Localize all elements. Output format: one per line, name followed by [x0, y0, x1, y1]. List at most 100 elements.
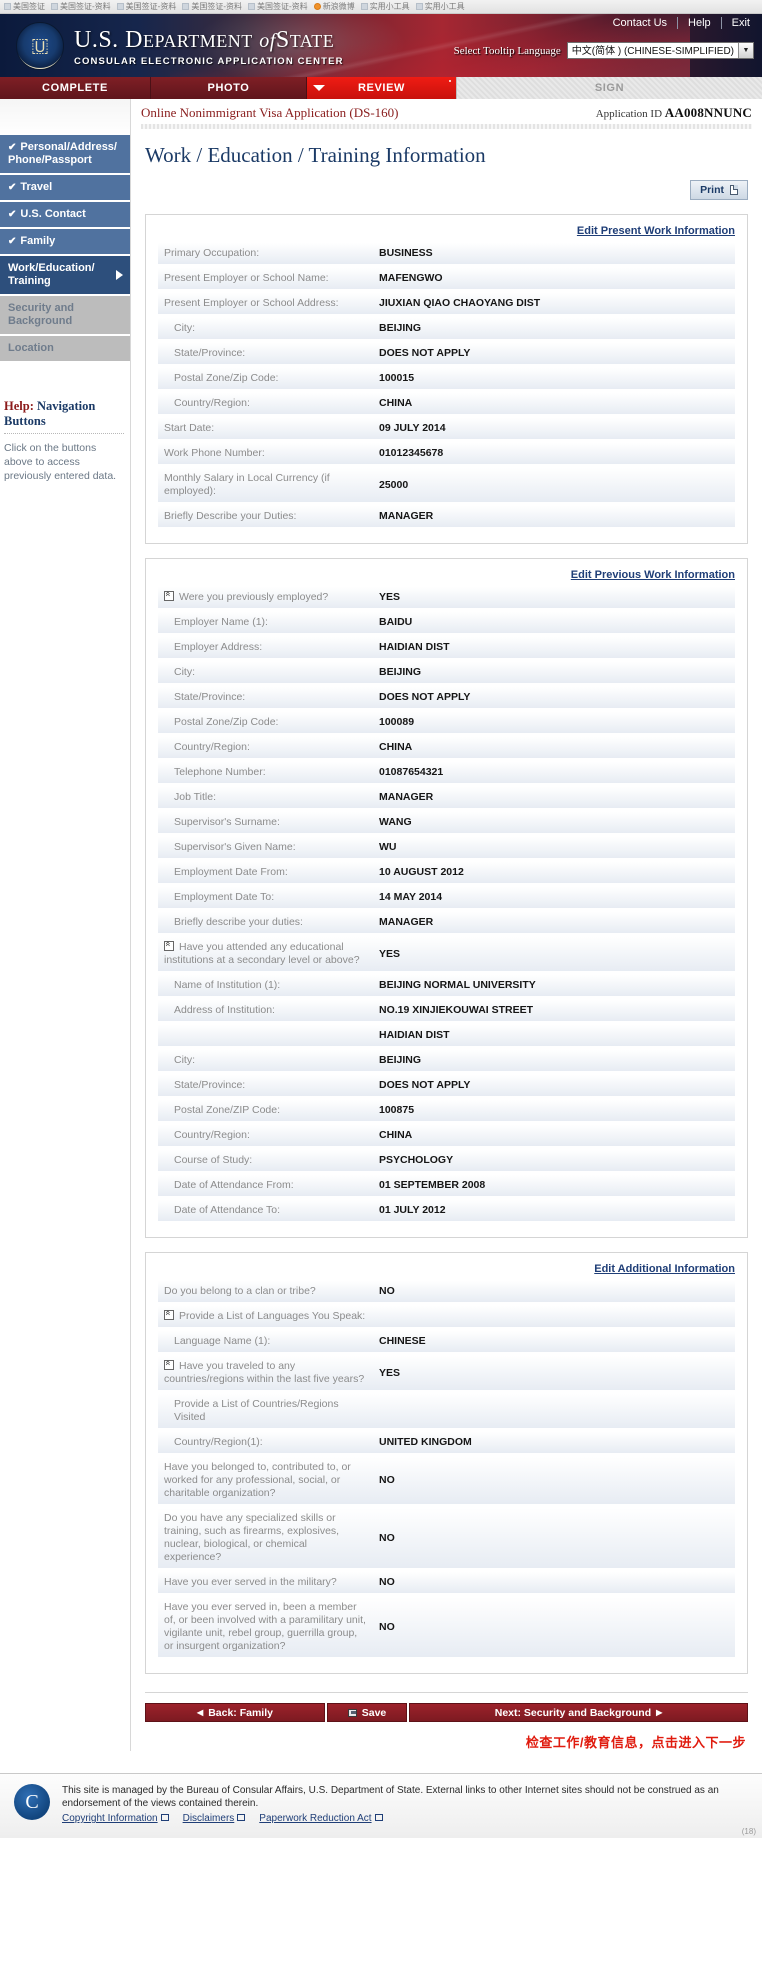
sidebar-item-u-s-contact[interactable]: ✔ U.S. Contact	[0, 202, 130, 227]
tab-marker-dot-icon	[449, 80, 451, 82]
table-row: Do you have any specialized skills or tr…	[158, 1508, 735, 1568]
table-row: City: BEIJING	[158, 1050, 735, 1071]
field-label: Date of Attendance From:	[158, 1175, 373, 1196]
review-table: Were you previously employed? YES Employer…	[158, 587, 735, 1225]
help-link[interactable]: Help	[678, 17, 722, 29]
page-title: Work / Education / Training Information	[145, 143, 486, 167]
sidebar-item-work-education-training[interactable]: Work/Education/ Training	[0, 256, 130, 294]
field-value: 25000	[373, 468, 735, 502]
field-label: Employer Name (1):	[158, 612, 373, 633]
table-row: Do you belong to a clan or tribe? NO	[158, 1281, 735, 1302]
next-button-label: Next: Security and Background	[494, 1706, 652, 1719]
field-label: City:	[158, 662, 373, 683]
field-label-text: Briefly describe your duties:	[174, 916, 303, 928]
sidebar-item-family[interactable]: ✔ Family	[0, 229, 130, 254]
back-button-label: Back: Family	[208, 1706, 273, 1719]
field-label: Country/Region:	[158, 737, 373, 758]
back-button[interactable]: ◀ Back: Family	[145, 1703, 325, 1722]
field-label: Present Employer or School Name:	[158, 268, 373, 289]
review-table: Primary Occupation: BUSINESS Present Emplo…	[158, 243, 735, 531]
sidebar-item-security-and-background: Security and Background	[0, 296, 130, 334]
tab-photo[interactable]: PHOTO	[150, 77, 306, 99]
bookmark-item[interactable]: 美国签证-资料	[182, 1, 242, 12]
chevron-down-icon[interactable]: ▼	[738, 43, 753, 58]
print-button[interactable]: Print	[690, 180, 748, 200]
exit-link[interactable]: Exit	[722, 17, 754, 29]
sidebar-nav-list: ✔ Personal/Address/ Phone/Passport ✔ Travel…	[0, 135, 130, 361]
tab-complete[interactable]: COMPLETE	[0, 77, 150, 99]
review-panels: Edit Present Work Information Primary Occ…	[131, 214, 762, 1674]
save-button[interactable]: Save	[327, 1703, 407, 1722]
table-row: Provide a List of Countries/Regions Visi…	[158, 1394, 735, 1428]
field-value: BEIJING	[373, 318, 735, 339]
field-value: NO	[373, 1457, 735, 1504]
field-value: CHINA	[373, 737, 735, 758]
field-label-text: Have you traveled to any countries/regio…	[164, 1360, 365, 1385]
table-row: Present Employer or School Address: JIUXI…	[158, 293, 735, 314]
sidebar-item-location: Location	[0, 336, 130, 361]
favicon-icon	[313, 3, 321, 10]
tooltip-language-selector[interactable]: Select Tooltip Language 中文(简体 ) (CHINESE…	[454, 42, 754, 59]
field-label-text: Job Title:	[174, 791, 217, 803]
row-spacer-cell	[158, 1221, 735, 1225]
field-label: Supervisor's Given Name:	[158, 837, 373, 858]
site-footer-links: Copyright Information Disclaimers Paperw…	[62, 1813, 748, 1824]
sidebar-item-label: Personal/Address/ Phone/Passport	[8, 141, 117, 166]
bookmark-item[interactable]: 美国签证	[4, 1, 45, 12]
table-row: Have you traveled to any countries/regio…	[158, 1356, 735, 1390]
paperwork-reduction-act-link[interactable]: Paperwork Reduction Act	[259, 1813, 383, 1824]
copyright-information-link[interactable]: Copyright Information	[62, 1813, 169, 1824]
disclaimers-link[interactable]: Disclaimers	[183, 1813, 246, 1824]
tooltip-icon[interactable]	[164, 1310, 174, 1320]
bookmark-item[interactable]: 新浪微博	[313, 1, 355, 12]
contact-us-link[interactable]: Contact Us	[603, 17, 679, 29]
field-label: State/Province:	[158, 1075, 373, 1096]
edit-link[interactable]: Edit Additional Information	[594, 1263, 735, 1275]
field-label-text: Have you attended any educational instit…	[164, 941, 360, 966]
field-label-text: Present Employer or School Address:	[164, 297, 339, 309]
language-select[interactable]: 中文(简体 ) (CHINESE-SIMPLIFIED) ▼	[566, 42, 754, 59]
edit-link[interactable]: Edit Present Work Information	[577, 225, 735, 237]
tab-review[interactable]: REVIEW	[306, 77, 456, 99]
field-label-text: Postal Zone/Zip Code:	[174, 372, 279, 384]
bookmark-item[interactable]: 实用小工具	[415, 1, 465, 12]
bookmark-label: 美国签证	[13, 2, 45, 11]
sidebar-item-personal-address-phone-passport[interactable]: ✔ Personal/Address/ Phone/Passport	[0, 135, 130, 173]
help-text: Click on the buttons above to access pre…	[4, 442, 117, 482]
next-button[interactable]: Next: Security and Background ▶	[409, 1703, 748, 1722]
tooltip-icon[interactable]	[164, 591, 174, 601]
field-label: Course of Study:	[158, 1150, 373, 1171]
bookmark-item[interactable]: 美国签证-资料	[51, 1, 111, 12]
sidebar-item-travel[interactable]: ✔ Travel	[0, 175, 130, 200]
field-label: Present Employer or School Address:	[158, 293, 373, 314]
edit-link[interactable]: Edit Previous Work Information	[571, 569, 735, 581]
field-label: Country/Region:	[158, 1125, 373, 1146]
field-value: WU	[373, 837, 735, 858]
tooltip-icon[interactable]	[164, 941, 174, 951]
tooltip-icon[interactable]	[164, 1360, 174, 1370]
field-value: BEIJING	[373, 1050, 735, 1071]
field-value: WANG	[373, 812, 735, 833]
table-row: Have you belonged to, contributed to, or…	[158, 1457, 735, 1504]
bookmark-item[interactable]: 实用小工具	[360, 1, 410, 12]
arrow-right-icon	[116, 270, 123, 280]
field-label-text: Have you ever served in, been a member o…	[164, 1601, 366, 1652]
external-link-icon	[237, 1814, 246, 1821]
field-label: Work Phone Number:	[158, 443, 373, 464]
field-value: 01087654321	[373, 762, 735, 783]
field-value: YES	[373, 587, 735, 608]
table-row: Briefly describe your duties: MANAGER	[158, 912, 735, 933]
bookmark-label: 实用小工具	[369, 2, 410, 11]
field-label: Date of Attendance To:	[158, 1200, 373, 1221]
bookmark-item[interactable]: 美国签证-资料	[248, 1, 308, 12]
bookmark-item[interactable]: 美国签证-资料	[116, 1, 176, 12]
tab-sign-label: SIGN	[594, 82, 625, 94]
table-row: Country/Region: CHINA	[158, 1125, 735, 1146]
field-label: Monthly Salary in Local Currency (if emp…	[158, 468, 373, 502]
review-panel: Edit Additional Information Do you belong…	[145, 1252, 748, 1674]
favicon-icon	[248, 3, 256, 10]
field-label-text: Primary Occupation:	[164, 247, 260, 259]
field-label: Briefly Describe your Duties:	[158, 506, 373, 527]
field-value: NO	[373, 1572, 735, 1593]
table-row: Postal Zone/ZIP Code: 100875	[158, 1100, 735, 1121]
